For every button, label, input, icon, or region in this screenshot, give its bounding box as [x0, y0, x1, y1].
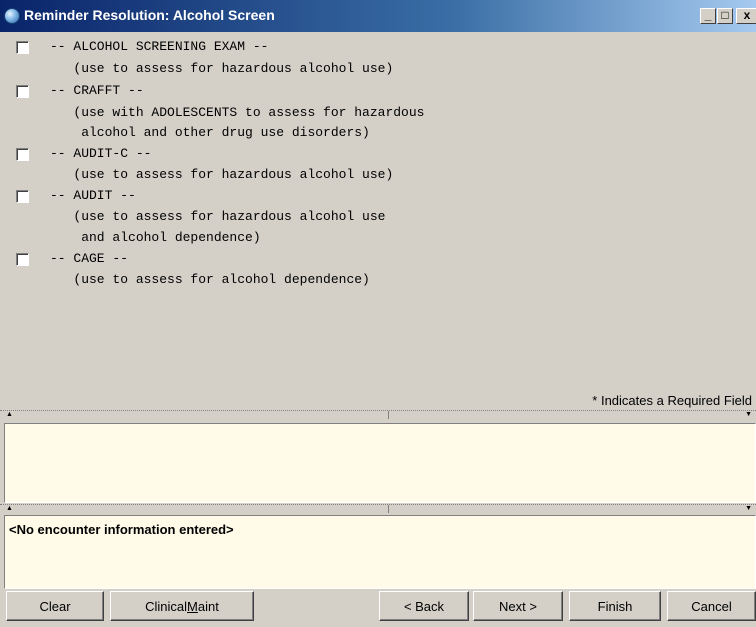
- clinical-maint-button[interactable]: Clinical Maint: [110, 591, 254, 621]
- checkbox-cage[interactable]: [16, 253, 29, 266]
- splitter-divider: [388, 505, 389, 513]
- cancel-button[interactable]: Cancel: [667, 591, 756, 621]
- item-description: (use with ADOLESCENTS to assess for haza…: [50, 105, 425, 120]
- item-title: -- AUDIT --: [50, 188, 136, 203]
- triangle-up-icon[interactable]: ▲: [6, 505, 13, 512]
- finish-button[interactable]: Finish: [569, 591, 661, 621]
- reminder-resolution-window: Reminder Resolution: Alcohol Screen _ □ …: [0, 0, 756, 627]
- title-bar[interactable]: Reminder Resolution: Alcohol Screen _ □ …: [0, 0, 756, 32]
- window-title: Reminder Resolution: Alcohol Screen: [24, 7, 275, 23]
- next-button[interactable]: Next >: [473, 591, 563, 621]
- minimize-button[interactable]: _: [700, 8, 716, 24]
- item-description: (use to assess for hazardous alcohol use…: [50, 61, 394, 76]
- checkbox-audit[interactable]: [16, 190, 29, 203]
- button-bar: Clear Clinical Maint < Back Next > Finis…: [0, 591, 756, 627]
- clinical-maint-label-prefix: Clinical: [145, 598, 188, 614]
- clear-button[interactable]: Clear: [6, 591, 104, 621]
- maximize-button[interactable]: □: [717, 8, 733, 24]
- pane-splitter-upper[interactable]: ▲ ▼: [0, 410, 756, 419]
- triangle-down-icon[interactable]: ▼: [745, 411, 752, 418]
- splitter-divider: [388, 411, 389, 419]
- back-button[interactable]: < Back: [379, 591, 469, 621]
- pane-splitter-lower[interactable]: ▲ ▼: [0, 504, 756, 513]
- encounter-info-pane[interactable]: <No encounter information entered>: [4, 515, 756, 589]
- triangle-up-icon[interactable]: ▲: [6, 411, 13, 418]
- checkbox-alcohol-screening-exam[interactable]: [16, 41, 29, 54]
- item-title: -- CAGE --: [50, 251, 129, 266]
- progress-note-text-pane[interactable]: [4, 423, 756, 503]
- clinical-maint-label-accel: M: [187, 598, 198, 614]
- item-title: -- ALCOHOL SCREENING EXAM --: [50, 39, 269, 54]
- close-button[interactable]: x: [736, 8, 756, 24]
- dialog-content-area: -- ALCOHOL SCREENING EXAM -- (use to ass…: [0, 32, 756, 417]
- item-description: (use to assess for alcohol dependence): [50, 272, 370, 287]
- item-description-continued: and alcohol dependence): [50, 230, 261, 245]
- encounter-info-text: <No encounter information entered>: [9, 522, 234, 537]
- app-globe-icon: [4, 8, 20, 24]
- item-description: (use to assess for hazardous alcohol use: [50, 209, 386, 224]
- triangle-down-icon[interactable]: ▼: [745, 505, 752, 512]
- item-title: -- CRAFFT --: [50, 83, 144, 98]
- item-title: -- AUDIT-C --: [50, 146, 152, 161]
- clinical-maint-label-suffix: aint: [197, 598, 219, 614]
- item-description: (use to assess for hazardous alcohol use…: [50, 167, 394, 182]
- checkbox-audit-c[interactable]: [16, 148, 29, 161]
- checkbox-crafft[interactable]: [16, 85, 29, 98]
- required-field-note: * Indicates a Required Field: [592, 393, 752, 408]
- item-description-continued: alcohol and other drug use disorders): [50, 125, 370, 140]
